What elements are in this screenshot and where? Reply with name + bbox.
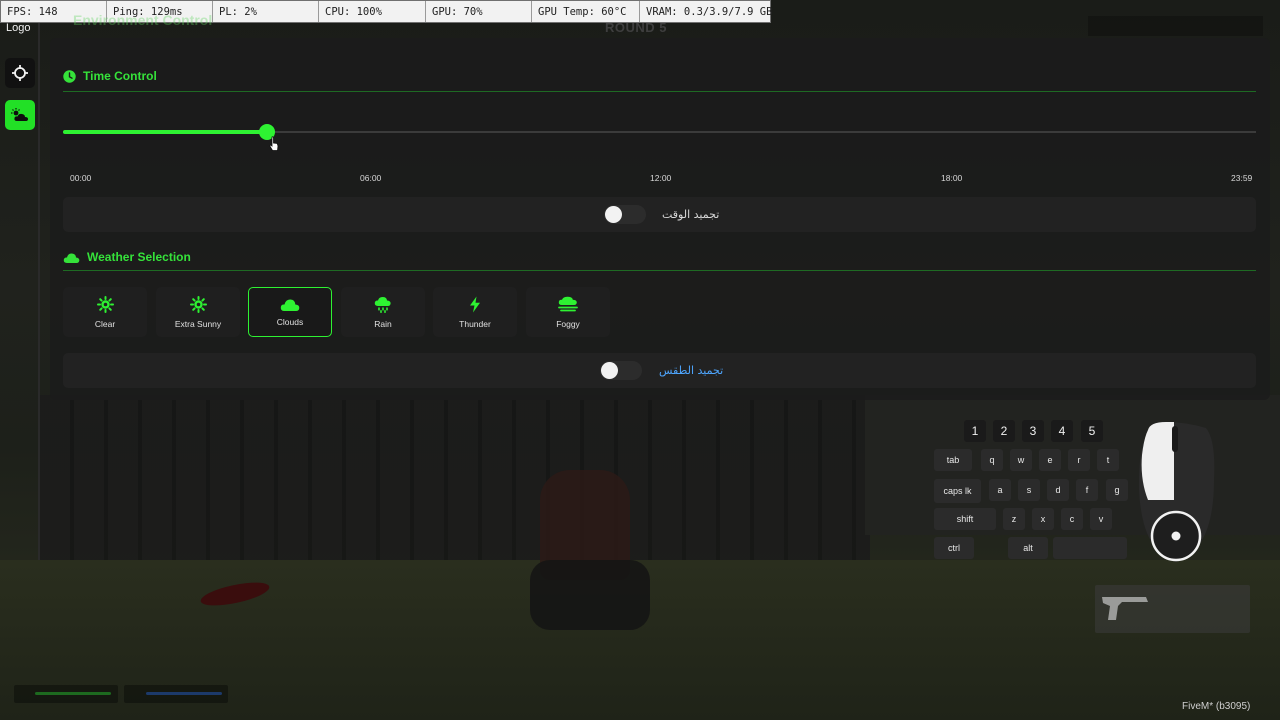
keyboard-key-shift: shift	[934, 508, 996, 530]
time-slider-fill	[63, 130, 267, 134]
keyboard-key: z	[1003, 508, 1025, 530]
cloud-icon	[280, 298, 300, 311]
keyboard-key: v	[1090, 508, 1112, 530]
weather-selection-heading: Weather Selection	[63, 250, 191, 264]
time-slider[interactable]	[63, 124, 1256, 140]
keyboard-key: x	[1032, 508, 1054, 530]
weather-option-label: Clouds	[276, 316, 304, 327]
weather-option-clear[interactable]: Clear	[63, 287, 147, 337]
time-tick-label: 06:00	[360, 173, 382, 183]
clock-icon	[63, 69, 76, 83]
keyboard-key-alt: alt	[1008, 537, 1048, 559]
lightning-icon	[470, 296, 480, 312]
keyboard-key: e	[1039, 449, 1061, 471]
keyboard-key: r	[1068, 449, 1090, 471]
keyboard-key: t	[1097, 449, 1119, 471]
armor-bar-fill	[146, 692, 222, 695]
mouse-icon	[1138, 422, 1215, 562]
weather-option-rain[interactable]: Rain	[341, 287, 425, 337]
keyboard-key: c	[1061, 508, 1083, 530]
hotbar-key: 5	[1081, 420, 1103, 442]
freeze-time-label: تجميد الوقت	[662, 208, 720, 221]
hotbar-key: 4	[1051, 420, 1073, 442]
keyboard-key: w	[1010, 449, 1032, 471]
sun-icon	[96, 295, 114, 313]
weather-option-label: Extra Sunny	[174, 318, 222, 329]
fog-icon	[558, 296, 578, 311]
panel-title: Environment Control	[73, 12, 213, 28]
time-control-title: Time Control	[83, 69, 157, 83]
player-character-legs	[530, 560, 650, 630]
keyboard-key: s	[1018, 479, 1040, 501]
crosshair-menu-button[interactable]	[5, 58, 35, 88]
time-tick-label: 18:00	[941, 173, 963, 183]
logo: Logo	[6, 22, 31, 34]
cpu-readout: CPU: 100%	[319, 1, 426, 22]
keyboard-key: a	[989, 479, 1011, 501]
keyboard-key-space	[1053, 537, 1127, 559]
freeze-weather-toggle[interactable]	[600, 361, 642, 380]
weather-divider	[63, 270, 1256, 271]
mouse-cursor-icon	[269, 136, 279, 151]
keyboard-key-caps-lock: caps lk	[934, 479, 981, 503]
background-fence	[40, 395, 870, 580]
weather-selection-title: Weather Selection	[87, 250, 191, 264]
rain-cloud-icon	[374, 296, 391, 313]
hotbar-key: 2	[993, 420, 1015, 442]
weather-option-foggy[interactable]: Foggy	[526, 287, 610, 337]
hotbar-key: 1	[964, 420, 986, 442]
keyboard-key-tab: tab	[934, 449, 972, 471]
keyboard-key: d	[1047, 479, 1069, 501]
toggle-knob	[601, 362, 618, 379]
hotbar-key: 3	[1022, 420, 1044, 442]
time-tick-label: 12:00	[650, 173, 672, 183]
freeze-weather-row: تجميد الطقس	[63, 353, 1256, 388]
weather-option-label: Clear	[94, 318, 116, 329]
sun-cloud-icon	[11, 108, 28, 121]
weather-option-label: Thunder	[459, 318, 491, 329]
packet-loss-readout: PL: 2%	[213, 1, 319, 22]
weather-option-extra-sunny[interactable]: Extra Sunny	[156, 287, 240, 337]
vram-readout: VRAM: 0.3/3.9/7.9 GB	[646, 6, 773, 18]
freeze-weather-label: تجميد الطقس	[659, 364, 724, 377]
freeze-time-row: تجميد الوقت	[63, 197, 1256, 232]
keyboard-key: q	[981, 449, 1003, 471]
pistol-icon	[1102, 597, 1148, 620]
time-tick-label: 00:00	[70, 173, 92, 183]
freeze-time-toggle[interactable]	[604, 205, 646, 224]
time-tick-label: 23:59	[1231, 173, 1253, 183]
environment-menu-button[interactable]	[5, 100, 35, 130]
cloud-icon	[63, 252, 80, 263]
weather-option-label: Foggy	[556, 318, 580, 329]
health-bar-fill	[35, 692, 111, 695]
gpu-readout: GPU: 70%	[426, 1, 532, 22]
top-right-hud	[1088, 16, 1263, 36]
weather-option-thunder[interactable]: Thunder	[433, 287, 517, 337]
keyboard-key: g	[1106, 479, 1128, 501]
sun-icon	[189, 295, 207, 313]
toggle-knob	[605, 206, 622, 223]
gpu-temp-readout: GPU Temp: 60°C	[532, 1, 640, 22]
weapon-hud	[1095, 585, 1250, 633]
time-control-heading: Time Control	[63, 69, 157, 83]
crosshair-icon	[12, 65, 28, 81]
client-build-label: FiveM* (b3095)	[1182, 701, 1251, 712]
weather-option-label: Rain	[374, 318, 392, 329]
keyboard-key: f	[1076, 479, 1098, 501]
keyboard-key-ctrl: ctrl	[934, 537, 974, 559]
time-control-divider	[63, 91, 1256, 92]
weather-option-clouds[interactable]: Clouds	[248, 287, 332, 337]
